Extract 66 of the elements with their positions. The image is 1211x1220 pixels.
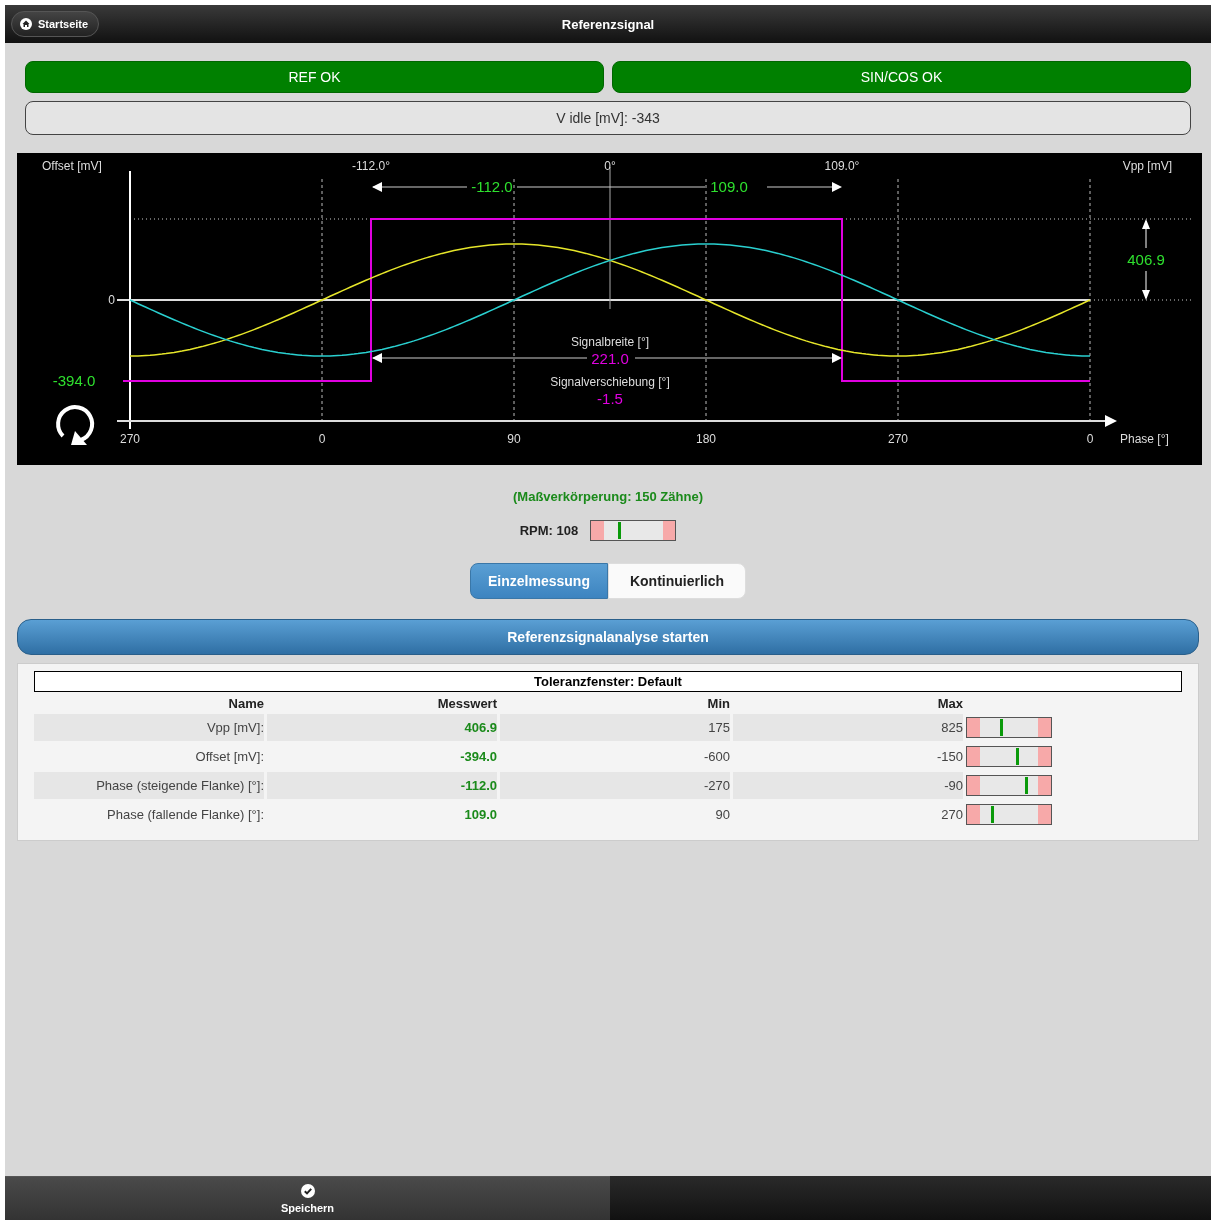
axis-label: Offset [mV] bbox=[42, 159, 102, 173]
width-label: Signalbreite [°] bbox=[570, 335, 650, 349]
column-header: Max bbox=[936, 695, 963, 712]
idle-voltage-field: V idle [mV]: -343 bbox=[25, 101, 1191, 135]
tick-label: 90 bbox=[507, 432, 521, 446]
table-cell: 406.9 bbox=[267, 714, 497, 741]
tick-label: 270 bbox=[120, 432, 140, 446]
tolerance-zone bbox=[967, 776, 980, 795]
fall-value: 109.0 bbox=[710, 178, 748, 195]
column-header: Min bbox=[706, 695, 730, 712]
axis-label: Vpp [mV] bbox=[1122, 159, 1172, 173]
tolerance-zone bbox=[967, 747, 980, 766]
tick-label: 180 bbox=[696, 432, 716, 446]
table-cell-text: 90 bbox=[714, 806, 730, 824]
tolerance-zone bbox=[967, 805, 980, 824]
tolerance-zone bbox=[662, 521, 676, 540]
table-cell: -90 bbox=[733, 772, 963, 799]
save-button[interactable]: Speichern bbox=[5, 1176, 610, 1220]
rise-value: -112.0 bbox=[471, 178, 513, 195]
table-cell: -270 bbox=[500, 772, 730, 799]
start-analysis-button[interactable]: Referenzsignalanalyse starten bbox=[17, 619, 1199, 655]
phase-marker: 0° bbox=[604, 159, 616, 173]
shift-value: -1.5 bbox=[597, 390, 623, 407]
tolerance-zone bbox=[591, 521, 604, 540]
table-cell-text: 109.0 bbox=[463, 806, 497, 824]
table-cell: 175 bbox=[500, 714, 730, 741]
table-cell-text: -394.0 bbox=[459, 748, 497, 766]
offset-value: -394.0 bbox=[52, 372, 96, 389]
amplitude-value: 406.9 bbox=[1127, 251, 1165, 268]
table-cell: -112.0 bbox=[267, 772, 497, 799]
rpm-text: RPM: 108 bbox=[519, 523, 579, 538]
table-cell: 825 bbox=[733, 714, 963, 741]
tolerance-zone bbox=[1038, 747, 1051, 766]
home-icon bbox=[20, 18, 32, 30]
status-button[interactable]: REF OK bbox=[25, 61, 604, 93]
table-cell: Vpp [mV]: bbox=[34, 714, 264, 741]
phase-marker: 109.0° bbox=[824, 159, 860, 173]
teeth-note: (Maßverkörperung: 150 Zähne) bbox=[512, 489, 704, 504]
tolerance-zone bbox=[967, 718, 980, 737]
table-cell-text: Offset [mV]: bbox=[194, 748, 264, 766]
tolerance-zone bbox=[1038, 805, 1051, 824]
mode-tab[interactable]: Einzelmessung bbox=[470, 563, 608, 599]
page-title: Referenzsignal bbox=[561, 16, 655, 32]
column-header: Messwert bbox=[436, 695, 497, 712]
tick-label: 0 bbox=[108, 293, 115, 307]
table-cell-text: 270 bbox=[940, 806, 963, 824]
table-cell-text: -150 bbox=[935, 748, 963, 766]
table-cell-text: -600 bbox=[702, 748, 730, 766]
tick-label: 0 bbox=[318, 432, 326, 446]
table-cell: Phase (steigende Flanke) [°]: bbox=[34, 772, 264, 799]
table-cell-text: Phase (fallende Flanke) [°]: bbox=[106, 806, 264, 824]
tick-label: 270 bbox=[888, 432, 908, 446]
shift-label: Signalverschiebung [°] bbox=[550, 375, 670, 389]
phase-marker: -112.0° bbox=[352, 159, 390, 173]
width-value: 221.0 bbox=[591, 350, 629, 367]
tick-label: 0 bbox=[1086, 432, 1094, 446]
check-icon bbox=[300, 1183, 315, 1198]
status-button[interactable]: SIN/COS OK bbox=[612, 61, 1191, 93]
tolerance-zone bbox=[1038, 718, 1051, 737]
refresh-icon[interactable] bbox=[56, 405, 95, 445]
mode-tab[interactable]: Kontinuierlich bbox=[608, 563, 746, 599]
column-header: Name bbox=[227, 695, 264, 712]
home-button[interactable]: Startseite bbox=[11, 11, 100, 37]
tolerance-zone bbox=[1038, 776, 1051, 795]
tolerance-title: Toleranzfenster: Default bbox=[34, 671, 1182, 692]
axis-label: Phase [°] bbox=[1120, 432, 1169, 446]
